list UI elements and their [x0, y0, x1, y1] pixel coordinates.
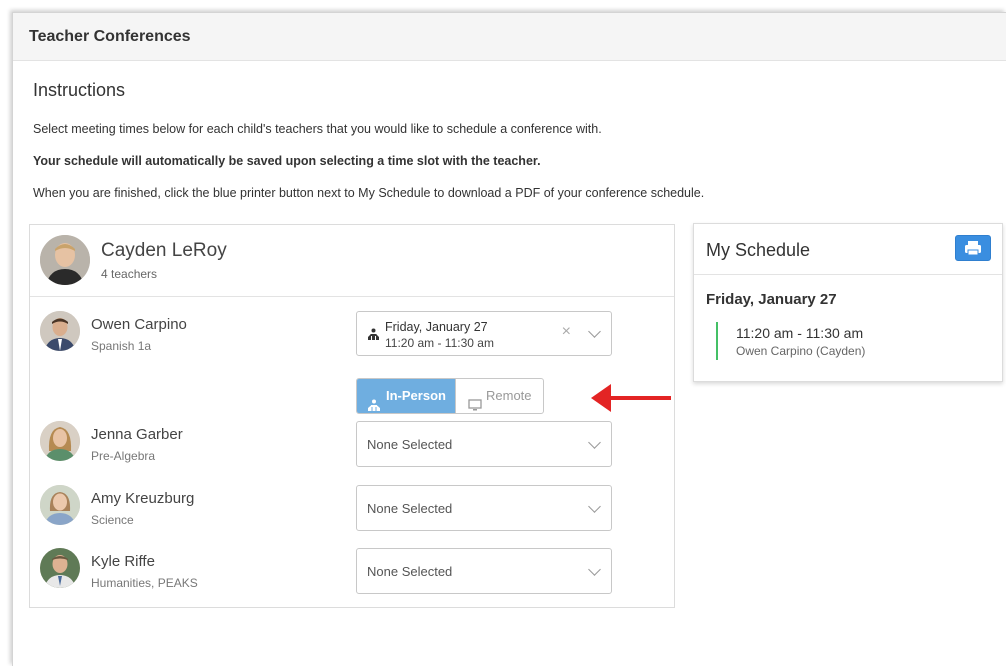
in-person-button[interactable]: In-Person	[357, 379, 455, 413]
select-placeholder: None Selected	[367, 501, 453, 516]
schedule-day: Friday, January 27	[706, 291, 837, 308]
teacher-subject: Humanities, PEAKS	[91, 576, 198, 590]
selected-date: Friday, January 27	[385, 320, 488, 334]
child-name: Cayden LeRoy	[101, 240, 227, 261]
meeting-mode-toggle[interactable]: In-Person Remote	[356, 378, 544, 414]
my-schedule-card: My Schedule Friday, January 27 11:20 am …	[693, 223, 1003, 382]
instructions-heading: Instructions	[33, 80, 126, 100]
instruction-line-2: Your schedule will automatically be save…	[33, 154, 541, 168]
schedule-header: My Schedule	[694, 224, 1002, 275]
time-slot-select[interactable]: None Selected	[356, 485, 612, 531]
time-slot-select[interactable]: None Selected	[356, 548, 612, 594]
schedule-title: My Schedule	[706, 240, 811, 260]
schedule-entry-time: 11:20 am - 11:30 am	[736, 325, 864, 341]
instruction-line-1: Select meeting times below for each chil…	[33, 122, 602, 136]
print-button[interactable]	[955, 235, 991, 261]
chevron-down-icon[interactable]	[588, 563, 601, 576]
time-slot-select[interactable]: None Selected	[356, 421, 612, 467]
teacher-subject: Science	[91, 513, 134, 527]
clear-icon[interactable]: ×	[562, 324, 571, 340]
schedule-entry-detail: Owen Carpino (Cayden)	[736, 344, 866, 358]
chevron-down-icon[interactable]	[588, 500, 601, 513]
child-avatar	[40, 235, 90, 285]
teacher-avatar	[40, 311, 80, 351]
top-edge	[0, 0, 1006, 12]
teacher-name: Kyle Riffe	[91, 553, 155, 570]
printer-icon	[965, 241, 981, 256]
chevron-down-icon[interactable]	[588, 436, 601, 449]
select-placeholder: None Selected	[367, 564, 453, 579]
time-slot-select[interactable]: Friday, January 27 11:20 am - 11:30 am ×	[356, 311, 612, 356]
teacher-name: Jenna Garber	[91, 426, 183, 443]
conferences-panel: Teacher Conferences Instructions Select …	[12, 12, 1006, 666]
monitor-icon	[468, 390, 482, 413]
page-title: Teacher Conferences	[29, 28, 191, 45]
teacher-subject: Spanish 1a	[91, 339, 152, 353]
select-placeholder: None Selected	[367, 437, 453, 452]
teacher-subject: Pre-Algebra	[91, 449, 156, 463]
teacher-avatar	[40, 485, 80, 525]
selected-time: 11:20 am - 11:30 am	[385, 336, 494, 350]
people-icon	[367, 327, 380, 345]
red-arrow-icon	[591, 384, 671, 412]
people-icon	[367, 390, 381, 413]
child-header: Cayden LeRoy 4 teachers	[30, 225, 674, 297]
teacher-name: Amy Kreuzburg	[91, 490, 195, 507]
teacher-avatar	[40, 548, 80, 588]
teacher-avatar	[40, 421, 80, 461]
remote-button[interactable]: Remote	[455, 379, 543, 413]
in-person-label: In-Person	[386, 388, 446, 403]
panel-header: Teacher Conferences	[13, 13, 1006, 61]
teacher-name: Owen Carpino	[91, 316, 187, 333]
child-card: Cayden LeRoy 4 teachers Owen Carpino Spa…	[29, 224, 675, 608]
instruction-line-3: When you are finished, click the blue pr…	[33, 186, 705, 200]
schedule-entry-bar	[716, 322, 718, 360]
child-teacher-count: 4 teachers	[101, 267, 158, 281]
remote-label: Remote	[486, 388, 532, 403]
chevron-down-icon[interactable]	[588, 325, 601, 338]
